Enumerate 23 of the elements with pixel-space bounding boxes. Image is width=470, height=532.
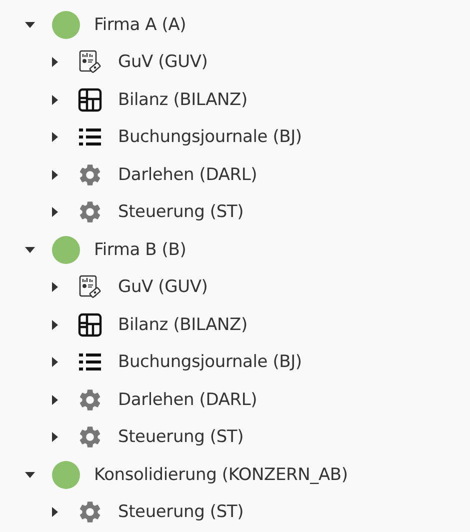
gear-icon (77, 386, 103, 413)
balance-sheet-icon (77, 86, 103, 113)
report-icon (77, 49, 103, 76)
gear-icon (77, 499, 103, 526)
tree-node-label[interactable]: GuV (GUV) (118, 52, 208, 72)
tree-node-label[interactable]: GuV (GUV) (118, 277, 208, 298)
tree-node-label[interactable]: Konsolidierung (KONZERN_AB) (94, 464, 348, 485)
tree-node-label[interactable]: Bilanz (BILANZ) (118, 314, 248, 335)
report-icon (77, 274, 103, 300)
gear-icon (77, 424, 103, 450)
tree-node-label[interactable]: Firma B (B) (94, 240, 186, 260)
tree-node-label[interactable]: Firma A (A) (94, 14, 186, 35)
tree-node-label[interactable]: Buchungsjournale (BJ) (118, 352, 302, 372)
balance-sheet-icon (77, 312, 103, 338)
tree-node-label[interactable]: Steuerung (ST) (118, 427, 244, 448)
gear-icon (77, 199, 103, 226)
tree-node-label[interactable]: Buchungsjournale (BJ) (118, 127, 302, 148)
tree-node-label[interactable]: Bilanz (BILANZ) (118, 90, 248, 110)
gear-icon (77, 162, 103, 188)
tree-node-label[interactable]: Darlehen (DARL) (118, 390, 258, 410)
tree-node-label[interactable]: Darlehen (DARL) (118, 164, 258, 185)
tree-node-label[interactable]: Steuerung (ST) (118, 202, 244, 222)
tree-node-label[interactable]: Steuerung (ST) (118, 502, 244, 522)
